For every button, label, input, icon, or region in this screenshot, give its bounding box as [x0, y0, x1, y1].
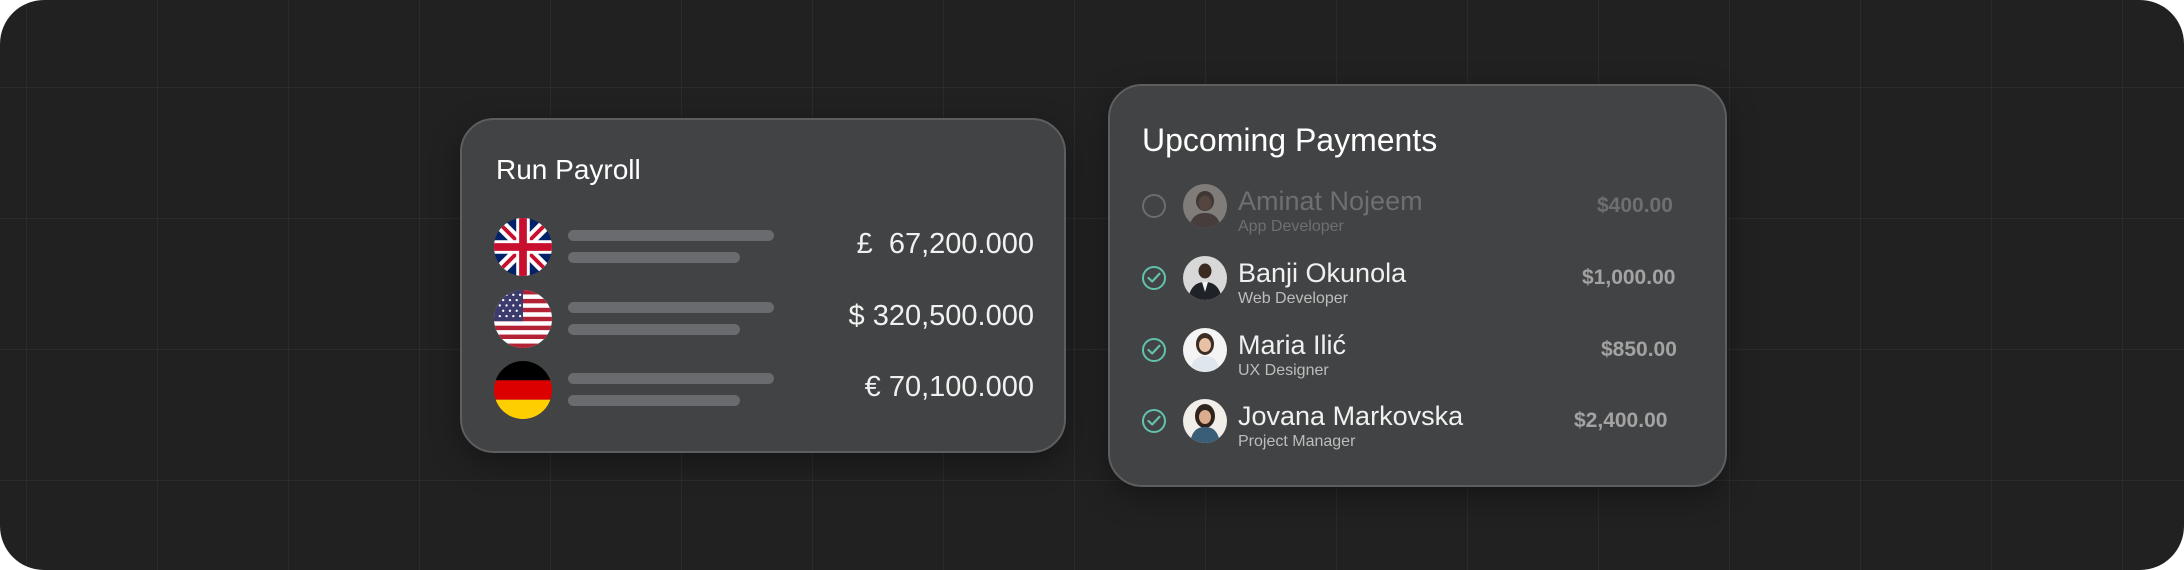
placeholder-bar [568, 252, 740, 263]
payment-amount: $400.00 [1597, 194, 1673, 217]
placeholder-bar [568, 324, 740, 335]
checkmark-icon[interactable] [1142, 338, 1166, 362]
employee-name: Maria Ilić [1238, 330, 1347, 360]
germany-flag-icon [494, 361, 552, 419]
payment-row[interactable]: Maria Ilić UX Designer $850.00 [1142, 328, 1682, 390]
avatar [1183, 256, 1227, 300]
payment-row[interactable]: Banji Okunola Web Developer $1,000.00 [1142, 256, 1682, 318]
employee-role: Web Developer [1238, 290, 1348, 307]
placeholder-bar [568, 302, 774, 313]
payroll-amount: € 70,100.000 [864, 371, 1034, 403]
employee-role: Project Manager [1238, 433, 1356, 450]
run-payroll-title: Run Payroll [496, 154, 641, 185]
employee-name: Banji Okunola [1238, 258, 1407, 288]
checkmark-icon[interactable] [1142, 266, 1166, 290]
canvas: Run Payroll £ 67,200.000 $ 320,500.000 €… [0, 0, 2184, 570]
payroll-amount: $ 320,500.000 [848, 300, 1034, 332]
payroll-row-us[interactable]: $ 320,500.000 [494, 290, 1034, 350]
employee-name: Aminat Nojeem [1238, 186, 1423, 216]
payroll-amount: £ 67,200.000 [856, 228, 1034, 260]
uk-flag-icon [494, 218, 552, 276]
payroll-row-germany[interactable]: € 70,100.000 [494, 361, 1034, 421]
us-flag-icon [494, 290, 552, 348]
payment-row[interactable]: Aminat Nojeem App Developer $400.00 [1142, 184, 1682, 246]
avatar [1183, 184, 1227, 228]
placeholder-bar [568, 373, 774, 384]
payment-amount: $1,000.00 [1582, 266, 1676, 289]
payment-row[interactable]: Jovana Markovska Project Manager $2,400.… [1142, 399, 1682, 461]
employee-role: App Developer [1238, 218, 1344, 235]
payment-amount: $2,400.00 [1574, 409, 1668, 432]
payroll-row-uk[interactable]: £ 67,200.000 [494, 218, 1034, 278]
run-payroll-card: Run Payroll £ 67,200.000 $ 320,500.000 €… [460, 118, 1066, 453]
placeholder-bar [568, 230, 774, 241]
avatar [1183, 399, 1227, 443]
upcoming-payments-card: Upcoming Payments Aminat Nojeem App Deve… [1108, 84, 1727, 487]
payment-amount: $850.00 [1601, 338, 1677, 361]
employee-name: Jovana Markovska [1238, 401, 1464, 431]
avatar [1183, 328, 1227, 372]
employee-role: UX Designer [1238, 362, 1329, 379]
placeholder-bar [568, 395, 740, 406]
upcoming-payments-title: Upcoming Payments [1142, 122, 1438, 158]
checkmark-icon[interactable] [1142, 409, 1166, 433]
unchecked-circle-icon[interactable] [1142, 194, 1166, 218]
